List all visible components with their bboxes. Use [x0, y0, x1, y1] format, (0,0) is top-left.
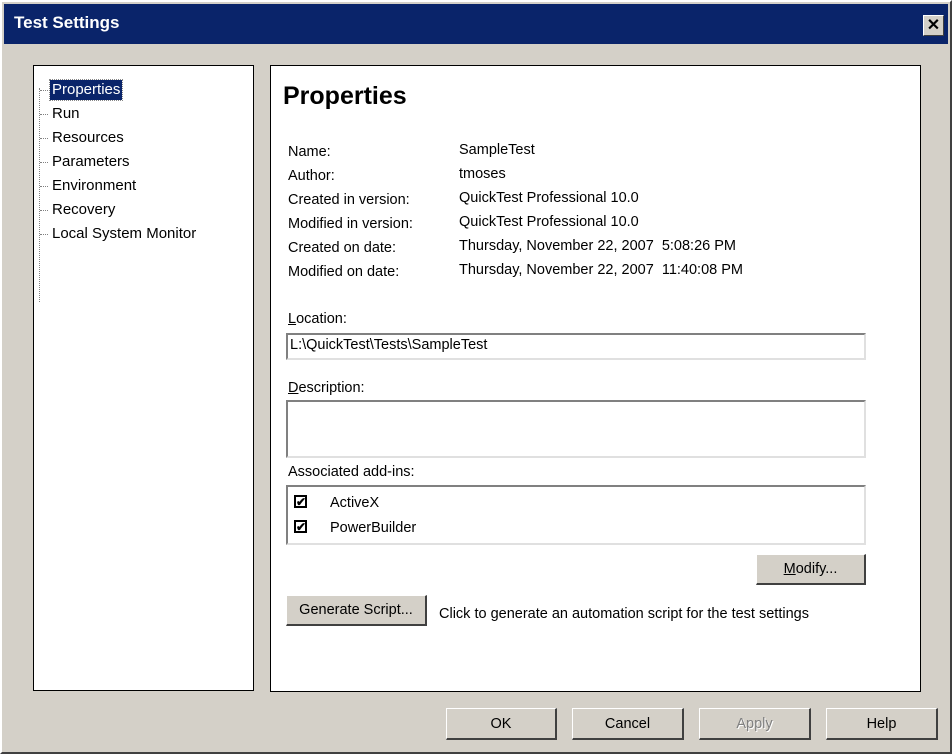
tree-item-parameters[interactable]: Parameters	[40, 152, 132, 172]
tree-item-label: Properties	[48, 79, 124, 101]
author-label: Author:	[288, 168, 335, 184]
cancel-button[interactable]: Cancel	[572, 708, 684, 740]
created-version-label: Created in version:	[288, 192, 410, 208]
page-title: Properties	[283, 82, 407, 110]
window-title: Test Settings	[14, 13, 120, 32]
description-label: Description:	[288, 380, 365, 396]
generate-script-button[interactable]: Generate Script...	[286, 595, 427, 626]
name-value: SampleTest	[459, 142, 535, 158]
close-button[interactable]: ✕	[923, 15, 944, 36]
addin-activex-checkbox[interactable]: ✔	[294, 495, 307, 508]
modified-date-label: Modified on date:	[288, 264, 400, 280]
test-settings-dialog: Test Settings ✕ Properties Run Resources…	[0, 0, 952, 754]
location-label: Location:	[288, 311, 347, 327]
ok-button[interactable]: OK	[446, 708, 557, 740]
name-label: Name:	[288, 144, 331, 160]
generate-script-hint: Click to generate an automation script f…	[439, 606, 809, 622]
apply-button[interactable]: Apply	[699, 708, 811, 740]
tree-item-recovery[interactable]: Recovery	[40, 200, 117, 220]
tree-item-label: Resources	[52, 129, 124, 146]
tree-item-properties[interactable]: Properties	[40, 79, 124, 101]
modified-date-value: Thursday, November 22, 2007 11:40:08 PM	[459, 262, 743, 278]
addins-list: ✔ ActiveX ✔ PowerBuilder	[286, 485, 866, 545]
created-date-label: Created on date:	[288, 240, 397, 256]
modified-version-value: QuickTest Professional 10.0	[459, 214, 639, 230]
properties-panel: Properties Name: SampleTest Author: tmos…	[270, 65, 921, 692]
tree-item-label: Local System Monitor	[52, 225, 197, 242]
addin-label: ActiveX	[330, 495, 380, 511]
tree-item-run[interactable]: Run	[40, 104, 82, 124]
tree-item-resources[interactable]: Resources	[40, 128, 126, 148]
tree-item-label: Recovery	[52, 201, 116, 218]
close-icon: ✕	[926, 17, 941, 34]
settings-tree: Properties Run Resources Parameters Envi…	[33, 65, 254, 691]
description-field[interactable]	[286, 400, 866, 458]
title-bar[interactable]: Test Settings ✕	[4, 4, 948, 44]
location-field[interactable]: L:\QuickTest\Tests\SampleTest	[286, 333, 866, 360]
help-button[interactable]: Help	[826, 708, 938, 740]
tree-item-label: Parameters	[52, 153, 130, 170]
created-date-value: Thursday, November 22, 2007 5:08:26 PM	[459, 238, 736, 254]
addin-label: PowerBuilder	[330, 520, 417, 536]
tree-item-label: Environment	[52, 177, 137, 194]
created-version-value: QuickTest Professional 10.0	[459, 190, 639, 206]
addins-label: Associated add-ins:	[288, 464, 415, 480]
author-value: tmoses	[459, 166, 506, 182]
tree-item-environment[interactable]: Environment	[40, 176, 138, 196]
addin-powerbuilder-checkbox[interactable]: ✔	[294, 520, 307, 533]
tree-item-label: Run	[52, 105, 80, 122]
tree-item-local-system-monitor[interactable]: Local System Monitor	[40, 224, 198, 244]
modify-button[interactable]: Modify...	[756, 554, 866, 585]
modified-version-label: Modified in version:	[288, 216, 413, 232]
